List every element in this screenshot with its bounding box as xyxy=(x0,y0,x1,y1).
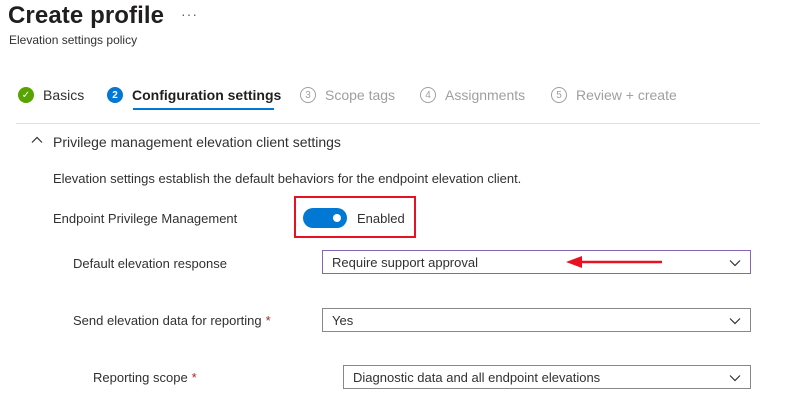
more-options-button[interactable]: ··· xyxy=(181,6,198,22)
step-number-badge: 3 xyxy=(300,87,316,103)
chevron-down-icon xyxy=(729,375,741,382)
dropdown-value: Require support approval xyxy=(332,254,478,270)
toggle-knob xyxy=(333,214,341,222)
send-data-dropdown[interactable]: Yes xyxy=(322,308,751,332)
step-basics[interactable]: ✓ Basics xyxy=(18,83,84,107)
chevron-up-icon[interactable] xyxy=(30,133,44,147)
annotation-arrow-icon xyxy=(566,256,662,268)
default-response-dropdown[interactable]: Require support approval xyxy=(322,250,751,274)
default-response-label: Default elevation response xyxy=(73,256,227,271)
section-title[interactable]: Privilege management elevation client se… xyxy=(53,134,341,150)
page-subtitle: Elevation settings policy xyxy=(9,33,138,47)
page-title: Create profile xyxy=(8,2,165,29)
send-data-label: Send elevation data for reporting * xyxy=(73,313,271,328)
step-review-create[interactable]: 5 Review + create xyxy=(551,83,677,107)
reporting-scope-label: Reporting scope * xyxy=(93,370,197,385)
step-configuration-settings[interactable]: 2 Configuration settings xyxy=(107,83,281,107)
epm-toggle[interactable] xyxy=(303,208,347,228)
wizard-divider xyxy=(16,123,760,124)
step-number-badge: 4 xyxy=(420,87,436,103)
step-assignments[interactable]: 4 Assignments xyxy=(420,83,525,107)
required-asterisk: * xyxy=(191,370,197,385)
step-label: Review + create xyxy=(576,87,677,103)
chevron-down-icon xyxy=(729,260,741,267)
step-scope-tags[interactable]: 3 Scope tags xyxy=(300,83,395,107)
step-number-badge: 2 xyxy=(107,87,123,103)
required-asterisk: * xyxy=(265,313,271,328)
step-label: Assignments xyxy=(445,87,526,103)
send-data-label-text: Send elevation data for reporting xyxy=(73,313,262,328)
step-label: Configuration settings xyxy=(132,87,282,103)
section-description: Elevation settings establish the default… xyxy=(53,171,522,186)
epm-toggle-text: Enabled xyxy=(357,211,405,226)
reporting-scope-dropdown[interactable]: Diagnostic data and all endpoint elevati… xyxy=(343,365,751,389)
step-label: Basics xyxy=(43,87,85,103)
chevron-down-icon xyxy=(729,318,741,325)
step-label: Scope tags xyxy=(325,87,396,103)
reporting-scope-label-text: Reporting scope xyxy=(93,370,188,385)
epm-label: Endpoint Privilege Management xyxy=(53,211,238,226)
active-step-underline xyxy=(133,108,274,110)
dropdown-value: Yes xyxy=(332,312,354,328)
dropdown-value: Diagnostic data and all endpoint elevati… xyxy=(353,369,601,385)
checkmark-icon: ✓ xyxy=(18,87,34,103)
step-number-badge: 5 xyxy=(551,87,567,103)
